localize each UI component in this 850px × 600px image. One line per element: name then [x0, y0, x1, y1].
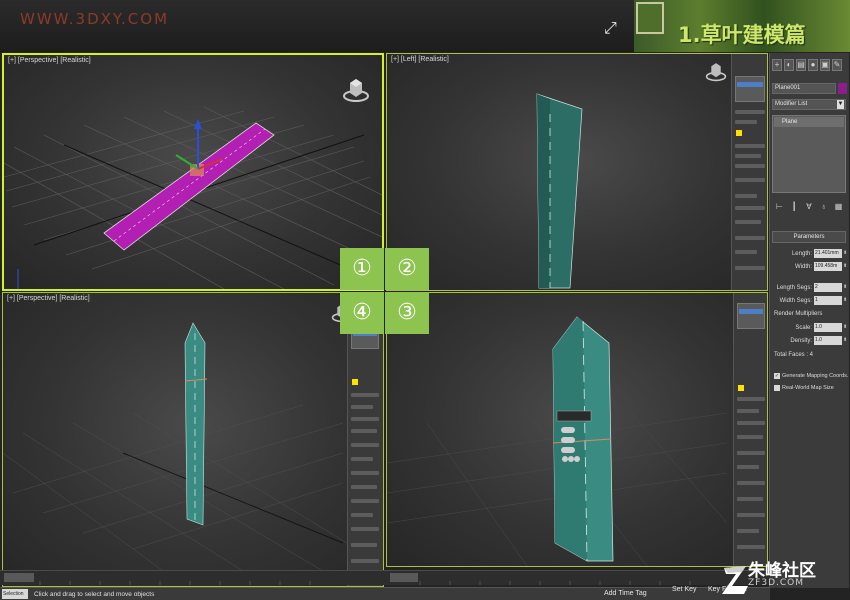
- density-label: Density:: [790, 338, 812, 344]
- spinner-icon[interactable]: ⬍: [843, 263, 847, 270]
- status-bar: Selection Click and drag to select and m…: [0, 586, 770, 600]
- length-segs-param: Length Segs: 2 ⬍: [772, 283, 848, 293]
- step-4-button[interactable]: ④: [340, 292, 384, 334]
- object-color-swatch[interactable]: [838, 83, 847, 94]
- stack-toolbar: ⊢ ┃ ∀ ♁ ▦: [772, 201, 846, 215]
- parameters-rollout-header[interactable]: Parameters: [772, 231, 846, 243]
- display-tab-icon[interactable]: ▣: [820, 59, 830, 71]
- width-segs-param: Width Segs: 1 ⬍: [772, 296, 848, 306]
- motion-tab-icon[interactable]: ●: [808, 59, 818, 71]
- pin-stack-icon[interactable]: ⊢: [773, 201, 785, 213]
- hierarchy-tab-icon[interactable]: ▤: [796, 59, 806, 71]
- viewport-perspective-bottom-left[interactable]: [+] [Perspective] [Realistic]: [2, 292, 384, 587]
- max-workspace: WWW.3DXY.COM ⤢ 1.草叶建模篇 [+] [Perspective]…: [0, 0, 850, 600]
- blade-wide-scene: [387, 316, 727, 566]
- utilities-tab-icon[interactable]: ✎: [832, 59, 842, 71]
- expand-icon[interactable]: ⤢: [604, 20, 622, 38]
- blade-perspective-scene: [3, 322, 347, 571]
- show-end-result-icon[interactable]: ┃: [788, 201, 800, 213]
- viewcube-icon[interactable]: [342, 75, 370, 103]
- make-unique-icon[interactable]: ∀: [803, 201, 815, 213]
- stack-item-plane[interactable]: Plane: [774, 117, 844, 127]
- viewcube-icon[interactable]: [705, 60, 727, 82]
- top-banner: WWW.3DXY.COM ⤢ 1.草叶建模篇: [0, 0, 850, 52]
- viewport-left-top-right[interactable]: [+] [Left] [Realistic]: [386, 53, 768, 291]
- width-segs-label: Width Segs:: [779, 298, 812, 304]
- spinner-icon[interactable]: ⬍: [843, 337, 847, 344]
- section-title: 1.草叶建模篇: [678, 23, 806, 47]
- checkbox-unchecked-icon[interactable]: [774, 384, 780, 391]
- spinner-icon[interactable]: ⬍: [843, 324, 847, 331]
- density-param: Density: 1.0 ⬍: [772, 336, 848, 346]
- mini-command-panel[interactable]: [733, 293, 767, 566]
- chevron-down-icon[interactable]: ▼: [837, 100, 844, 109]
- grass-thumbnail: [636, 2, 664, 34]
- generate-mapping-label: Generate Mapping Coords.: [782, 372, 849, 379]
- viewport-perspective-bottom-right[interactable]: [386, 292, 768, 567]
- perspective-grid-scene: [4, 106, 382, 289]
- viewport-perspective-top-left[interactable]: [+] [Perspective] [Realistic]: [2, 53, 384, 291]
- object-name-field[interactable]: Plane001: [772, 83, 836, 94]
- modify-tab-icon[interactable]: ◐: [784, 59, 794, 71]
- total-faces-label: Total Faces : 4: [774, 352, 814, 358]
- modifier-stack[interactable]: Plane: [772, 115, 846, 193]
- modifier-list-label: Modifier List: [775, 101, 808, 107]
- remove-modifier-icon[interactable]: ♁: [818, 201, 830, 213]
- timeline-ticks: [4, 573, 691, 585]
- selection-indicator[interactable]: Selection: [2, 589, 28, 599]
- step-1-button[interactable]: ①: [340, 248, 384, 290]
- command-panel-tabs: + ◐ ▤ ● ▣ ✎: [772, 59, 848, 73]
- checkbox-checked-icon[interactable]: ✓: [774, 372, 780, 379]
- length-segs-label: Length Segs:: [776, 285, 812, 291]
- mini-command-panel[interactable]: [347, 321, 383, 586]
- scale-param: Scale: 1.0 ⬍: [772, 323, 848, 333]
- modifier-list-dropdown[interactable]: Modifier List ▼: [772, 99, 846, 110]
- create-tab-icon[interactable]: +: [772, 59, 782, 71]
- length-param: Length: 21.401mm ⬍: [772, 249, 848, 259]
- mini-command-panel[interactable]: [731, 54, 767, 290]
- real-world-map-size-checkbox[interactable]: Real-World Map Size: [774, 383, 834, 392]
- render-multipliers-label: Render Multipliers: [774, 311, 823, 317]
- scale-label: Scale:: [795, 325, 812, 331]
- width-label: Width:: [794, 264, 812, 270]
- spinner-icon[interactable]: ⬍: [843, 284, 847, 291]
- command-panel: + ◐ ▤ ● ▣ ✎ Plane001 Modifier List ▼ Pla…: [769, 53, 849, 588]
- blade-side-scene: [536, 93, 583, 289]
- width-segs-input[interactable]: 1: [814, 296, 842, 305]
- time-slider-bar[interactable]: [0, 570, 770, 585]
- step-3-button[interactable]: ③: [385, 292, 429, 334]
- add-time-tag-button[interactable]: Add Time Tag: [604, 590, 647, 597]
- site-url: ZF3D.COM: [748, 578, 804, 588]
- width-input[interactable]: 109.458m: [814, 262, 842, 271]
- spinner-icon[interactable]: ⬍: [843, 250, 847, 257]
- length-label: Length:: [791, 251, 812, 257]
- length-input[interactable]: 21.401mm: [814, 249, 842, 258]
- status-prompt: Click and drag to select and move object…: [34, 591, 155, 598]
- scale-input[interactable]: 1.0: [814, 323, 842, 332]
- length-segs-input[interactable]: 2: [814, 283, 842, 292]
- watermark-text: WWW.3DXY.COM: [20, 10, 170, 28]
- density-input[interactable]: 1.0: [814, 336, 842, 345]
- real-world-map-label: Real-World Map Size: [782, 384, 834, 391]
- configure-sets-icon[interactable]: ▦: [833, 201, 845, 213]
- set-key-button[interactable]: Set Key: [672, 586, 697, 593]
- generate-mapping-coords-checkbox[interactable]: ✓ Generate Mapping Coords.: [774, 371, 848, 380]
- spinner-icon[interactable]: ⬍: [843, 297, 847, 304]
- step-2-button[interactable]: ②: [385, 248, 429, 290]
- width-param: Width: 109.458m ⬍: [772, 262, 848, 272]
